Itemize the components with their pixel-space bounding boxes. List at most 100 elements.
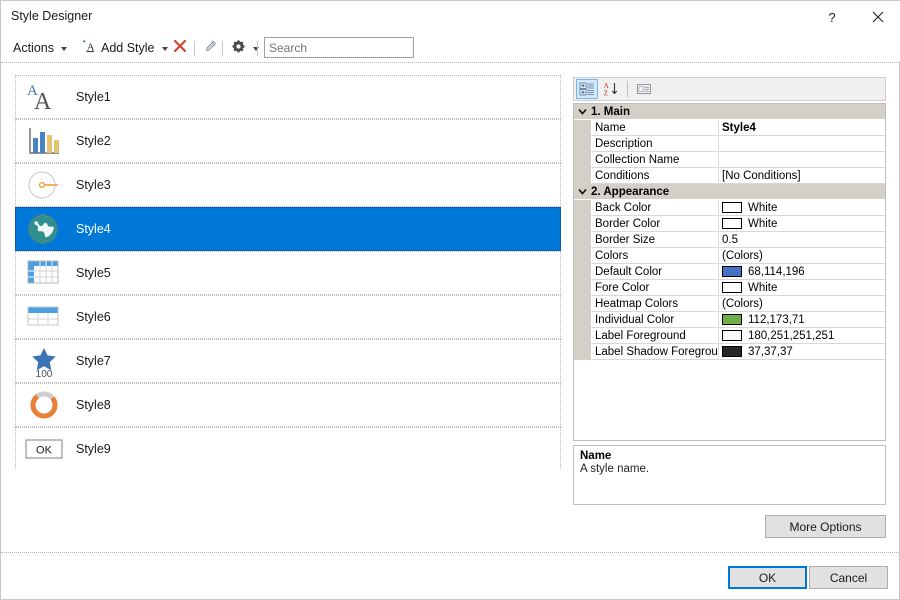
property-value[interactable]: 180,251,251,251 [719, 328, 885, 344]
style-list-item[interactable]: A A Style1 [15, 75, 561, 119]
property-row[interactable]: Fore Color White [574, 280, 885, 296]
property-value-text: White [748, 281, 778, 294]
property-row-gutter [574, 280, 591, 296]
property-value[interactable]: (Colors) [719, 296, 885, 312]
property-row-gutter [574, 312, 591, 328]
style-list-item[interactable]: Style3 [15, 163, 561, 207]
property-category-header[interactable]: 1. Main [574, 104, 885, 120]
property-row[interactable]: Back Color White [574, 200, 885, 216]
toolbar-separator [222, 41, 223, 56]
property-row-gutter [574, 296, 591, 312]
actions-label: Actions [13, 40, 54, 55]
style-list-item-label: Style2 [76, 134, 111, 148]
actions-menu-button[interactable]: Actions [9, 33, 71, 62]
property-row[interactable]: Border Size 0.5 [574, 232, 885, 248]
chevron-down-icon[interactable] [574, 186, 591, 197]
style-list-item[interactable]: Style2 [15, 119, 561, 163]
property-row[interactable]: Border Color White [574, 216, 885, 232]
star-kpi-icon: 100 [16, 341, 72, 381]
alphabetical-sort-icon[interactable]: A Z [600, 79, 622, 99]
property-value[interactable]: 37,37,37 [719, 344, 885, 360]
style-list-item-label: Style1 [76, 90, 111, 104]
property-row[interactable]: Collection Name [574, 152, 885, 168]
style-list-item[interactable]: 100 Style7 [15, 339, 561, 383]
ok-button[interactable]: OK [728, 566, 807, 589]
property-name: Default Color [591, 264, 719, 280]
property-name: Border Color [591, 216, 719, 232]
chevron-down-icon [253, 46, 259, 51]
property-row[interactable]: Colors (Colors) [574, 248, 885, 264]
more-options-button[interactable]: More Options [765, 515, 886, 538]
color-swatch [722, 218, 742, 229]
property-value[interactable] [719, 152, 885, 168]
property-value[interactable]: (Colors) [719, 248, 885, 264]
style-list-item-label: Style8 [76, 398, 111, 412]
gear-icon [231, 39, 246, 57]
add-style-button[interactable]: A Add Style [77, 33, 172, 62]
property-row[interactable]: Default Color 68,114,196 [574, 264, 885, 280]
property-name: Border Size [591, 232, 719, 248]
edit-style-button[interactable]: A [199, 33, 223, 62]
cancel-button[interactable]: Cancel [809, 566, 888, 589]
property-row[interactable]: Description [574, 136, 885, 152]
style-list-item[interactable]: Style8 [15, 383, 561, 427]
property-row-gutter [574, 152, 591, 168]
edit-style-icon: A [203, 38, 219, 57]
property-row[interactable]: Name Style4 [574, 120, 885, 136]
toolbar-divider [1, 62, 900, 63]
style-list-item[interactable]: Style4 [15, 207, 561, 251]
style-list[interactable]: A A Style1 Style2 Style3 Style4 Style5 S… [15, 75, 561, 469]
property-name: Label Shadow Foregroun [591, 344, 719, 360]
property-value[interactable]: White [719, 280, 885, 296]
bar-chart-icon [16, 121, 72, 161]
property-value[interactable]: White [719, 200, 885, 216]
property-pages-icon[interactable] [633, 79, 655, 99]
footer: OK Cancel [1, 553, 899, 599]
property-category-header[interactable]: 2. Appearance [574, 184, 885, 200]
delete-style-button[interactable] [169, 33, 191, 62]
svg-text:A: A [34, 89, 52, 113]
property-row-gutter [574, 344, 591, 360]
property-name: Individual Color [591, 312, 719, 328]
property-value[interactable] [719, 136, 885, 152]
style-list-item-label: Style3 [76, 178, 111, 192]
globe-icon [16, 209, 72, 249]
property-category-label: 2. Appearance [591, 185, 670, 198]
search-input[interactable] [264, 37, 414, 58]
property-row-gutter [574, 248, 591, 264]
style-designer-dialog: Style Designer ? Actions A Add Style Sea… [0, 0, 900, 600]
property-value-text: 0.5 [722, 233, 738, 246]
title-bar: Style Designer ? [1, 1, 900, 33]
property-value[interactable]: [No Conditions] [719, 168, 885, 184]
property-value[interactable]: Style4 [719, 120, 885, 136]
property-category-cell: 2. Appearance [574, 184, 885, 200]
property-value-text: White [748, 201, 778, 214]
property-value[interactable]: White [719, 216, 885, 232]
color-swatch [722, 346, 742, 357]
style-list-item[interactable]: OK Style9 [15, 427, 561, 469]
style-list-item[interactable]: Style6 [15, 295, 561, 339]
window-title: Style Designer [11, 9, 93, 23]
categorized-view-icon[interactable] [576, 79, 598, 99]
property-row[interactable]: Label Foreground 180,251,251,251 [574, 328, 885, 344]
chevron-down-icon[interactable] [574, 106, 591, 117]
property-row[interactable]: Heatmap Colors (Colors) [574, 296, 885, 312]
help-question-icon: ? [828, 9, 836, 25]
property-row[interactable]: Label Shadow Foregroun 37,37,37 [574, 344, 885, 360]
property-value-text: 180,251,251,251 [748, 329, 835, 342]
property-grid[interactable]: 1. Main Name Style4 Description Collection N… [573, 103, 886, 441]
style-list-item[interactable]: Style5 [15, 251, 561, 295]
property-value[interactable]: 0.5 [719, 232, 885, 248]
toolbar-separator [257, 41, 258, 56]
close-button[interactable] [855, 1, 900, 33]
property-row[interactable]: Individual Color 112,173,71 [574, 312, 885, 328]
style-list-item-label: Style9 [76, 442, 111, 456]
help-button[interactable]: ? [809, 1, 855, 33]
property-name: Back Color [591, 200, 719, 216]
property-category-cell: 1. Main [574, 104, 885, 120]
property-value[interactable]: 68,114,196 [719, 264, 885, 280]
svg-text:Z: Z [604, 89, 609, 98]
property-name: Fore Color [591, 280, 719, 296]
property-value[interactable]: 112,173,71 [719, 312, 885, 328]
property-row[interactable]: Conditions [No Conditions] [574, 168, 885, 184]
